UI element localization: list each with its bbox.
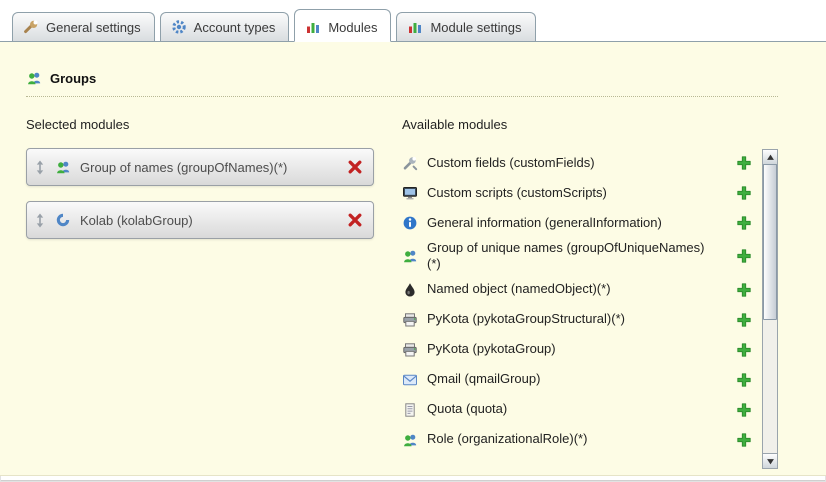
remove-module-button[interactable] [347,159,363,175]
drag-handle-icon[interactable] [35,213,45,228]
tools-icon [402,155,418,171]
scrollbar-track[interactable] [763,164,777,453]
delete-icon [347,212,363,228]
scrollbar[interactable] [762,149,778,469]
up-arrow-icon [766,153,775,162]
selected-module-row: Kolab (kolabGroup) [26,201,374,239]
add-module-button[interactable] [736,432,752,448]
add-module-button[interactable] [736,282,752,298]
plus-icon [736,342,752,358]
available-module-label: Quota (quota) [427,399,712,419]
available-module-row: Quota (quota) [402,395,778,425]
plus-icon [736,402,752,418]
add-module-button[interactable] [736,215,752,231]
add-module-button[interactable] [736,185,752,201]
remove-module-button[interactable] [347,212,363,228]
available-module-row: PyKota (pykotaGroup) [402,335,778,365]
tab-bar: General settings Account types Modules M… [0,0,826,42]
lam-configuration-window: General settings Account types Modules M… [0,0,826,482]
tab-modules[interactable]: Modules [294,9,391,42]
selected-module-label: Group of names (groupOfNames)(*) [80,160,347,175]
modules-columns: Selected modules Group of names (groupOf… [26,117,778,455]
scroll-down-button[interactable] [762,453,778,469]
available-module-row: Custom scripts (customScripts) [402,178,778,208]
down-arrow-icon [766,457,775,466]
available-module-label: Group of unique names (groupOfUniqueName… [427,238,712,275]
kolab-icon [55,212,71,228]
add-module-button[interactable] [736,342,752,358]
tab-module-settings[interactable]: Module settings [396,12,535,41]
selected-modules-heading: Selected modules [26,117,374,132]
available-module-label: Qmail (qmailGroup) [427,369,712,389]
add-module-button[interactable] [736,248,752,264]
selected-modules-column: Selected modules Group of names (groupOf… [26,117,374,239]
group-icon [402,432,418,448]
plus-icon [736,282,752,298]
available-module-row: Named object (namedObject)(*) [402,275,778,305]
tab-label: Module settings [430,20,521,35]
delete-icon [347,159,363,175]
available-modules-heading: Available modules [402,117,778,132]
group-icon [55,159,71,175]
add-module-button[interactable] [736,372,752,388]
plus-icon [736,155,752,171]
available-module-row: Group of unique names (groupOfUniqueName… [402,238,778,275]
available-module-label: Custom fields (customFields) [427,153,712,173]
drag-handle-icon[interactable] [35,160,45,175]
plus-icon [736,312,752,328]
drop-icon [402,282,418,298]
available-module-row: Qmail (qmailGroup) [402,365,778,395]
available-module-label: General information (generalInformation) [427,213,712,233]
envelope-icon [402,372,418,388]
available-module-label: PyKota (pykotaGroupStructural)(*) [427,309,712,329]
available-module-row: Custom fields (customFields) [402,148,778,178]
bar-chart-icon [305,19,321,35]
groups-section-header: Groups [26,70,778,97]
bar-chart-icon [407,19,423,35]
plus-icon [736,372,752,388]
available-module-label: Named object (namedObject)(*) [427,279,712,299]
add-module-button[interactable] [736,155,752,171]
tab-label: Account types [194,20,276,35]
content-panel: Groups Selected modules Group of names (… [0,42,826,476]
plus-icon [736,248,752,264]
tab-label: Modules [328,20,377,35]
tab-general-settings[interactable]: General settings [12,12,155,41]
selected-module-row: Group of names (groupOfNames)(*) [26,148,374,186]
available-module-row: PyKota (pykotaGroupStructural)(*) [402,305,778,335]
selected-modules-list: Group of names (groupOfNames)(*) Kolab (… [26,148,374,239]
group-icon [402,248,418,264]
printer-icon [402,342,418,358]
plus-icon [736,215,752,231]
available-modules-column: Available modules Custom fields (customF… [402,117,778,455]
plus-icon [736,432,752,448]
add-module-button[interactable] [736,312,752,328]
scroll-up-button[interactable] [762,149,778,165]
group-icon [26,70,42,86]
add-module-button[interactable] [736,402,752,418]
plus-icon [736,185,752,201]
printer-icon [402,312,418,328]
groups-title: Groups [50,71,96,86]
available-modules-list: Custom fields (customFields) Custom scri… [402,148,778,455]
selected-module-label: Kolab (kolabGroup) [80,213,347,228]
available-module-row: Role (organizationalRole)(*) [402,425,778,455]
available-module-label: PyKota (pykotaGroup) [427,339,712,359]
available-module-label: Custom scripts (customScripts) [427,183,712,203]
available-module-row: General information (generalInformation) [402,208,778,238]
info-icon [402,215,418,231]
tab-label: General settings [46,20,141,35]
document-icon [402,402,418,418]
available-module-label: Role (organizationalRole)(*) [427,429,712,449]
scrollbar-thumb[interactable] [763,164,777,320]
monitor-icon [402,185,418,201]
wrench-icon [23,19,39,35]
tab-account-types[interactable]: Account types [160,12,290,41]
gears-icon [171,19,187,35]
